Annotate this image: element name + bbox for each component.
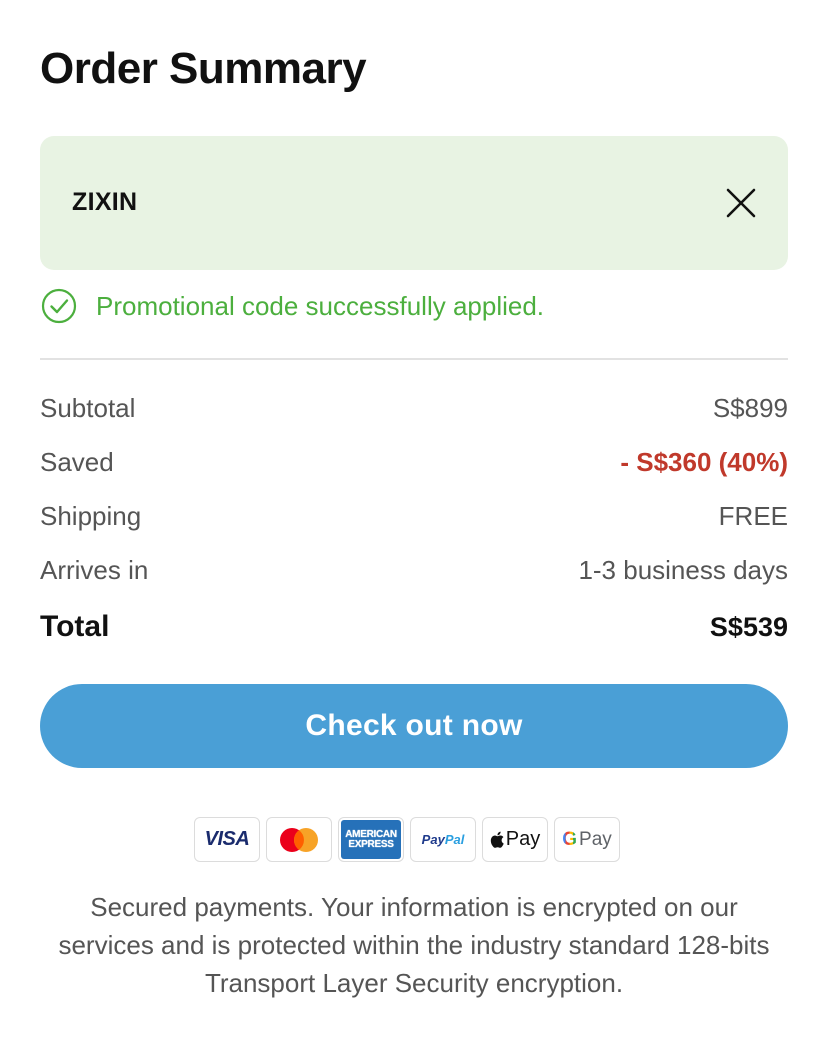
- summary-label: Saved: [40, 447, 114, 477]
- google-pay-icon: G Pay: [554, 817, 620, 862]
- summary-value: S$899: [712, 393, 788, 423]
- total-value: S$539: [709, 611, 788, 642]
- paypal-label-pay: Pay: [421, 832, 445, 847]
- summary-row-arrives: Arrives in 1-3 business days: [40, 555, 788, 586]
- google-g-icon: G: [562, 828, 578, 850]
- summary-row-saved: Saved - S$360 (40%): [40, 447, 788, 478]
- amex-label-line2: EXPRESS: [348, 838, 394, 850]
- amex-label-line1: AMERICAN: [345, 828, 397, 840]
- mastercard-icon: [266, 817, 332, 862]
- check-circle-icon: [40, 287, 78, 325]
- payment-methods: VISA AMERICAN EXPRESS PayPal Pay G Pay: [194, 817, 620, 862]
- summary-value: FREE: [718, 501, 788, 531]
- apple-logo-icon: [490, 831, 504, 848]
- google-pay-label: Pay: [579, 828, 612, 850]
- page-title: Order Summary: [40, 44, 367, 93]
- apple-pay-label: Pay: [505, 828, 541, 850]
- visa-icon: VISA: [194, 817, 260, 862]
- checkout-button[interactable]: Check out now: [40, 684, 788, 768]
- summary-value: 1-3 business days: [578, 555, 788, 585]
- promo-status-text: Promotional code successfully applied.: [96, 290, 545, 321]
- summary-row-shipping: Shipping FREE: [40, 501, 788, 532]
- total-label: Total: [40, 610, 110, 643]
- promo-code-box: ZIXIN: [40, 136, 788, 270]
- summary-value: - S$360 (40%): [620, 447, 788, 477]
- summary-label: Subtotal: [40, 393, 136, 423]
- promo-code-value: ZIXIN: [72, 188, 138, 216]
- summary-row-subtotal: Subtotal S$899: [40, 393, 788, 424]
- summary-row-total: Total S$539: [40, 610, 788, 644]
- visa-label: VISA: [204, 828, 250, 850]
- paypal-label-pal: Pal: [444, 832, 465, 847]
- amex-icon: AMERICAN EXPRESS: [338, 817, 404, 862]
- summary-label: Arrives in: [40, 555, 149, 585]
- summary-label: Shipping: [40, 501, 142, 531]
- apple-pay-icon: Pay: [482, 817, 548, 862]
- paypal-icon: PayPal: [410, 817, 476, 862]
- secure-payment-note: Secured payments. Your information is en…: [58, 892, 770, 998]
- close-icon[interactable]: [722, 184, 760, 222]
- divider: [40, 358, 788, 360]
- promo-status: Promotional code successfully applied.: [40, 287, 544, 325]
